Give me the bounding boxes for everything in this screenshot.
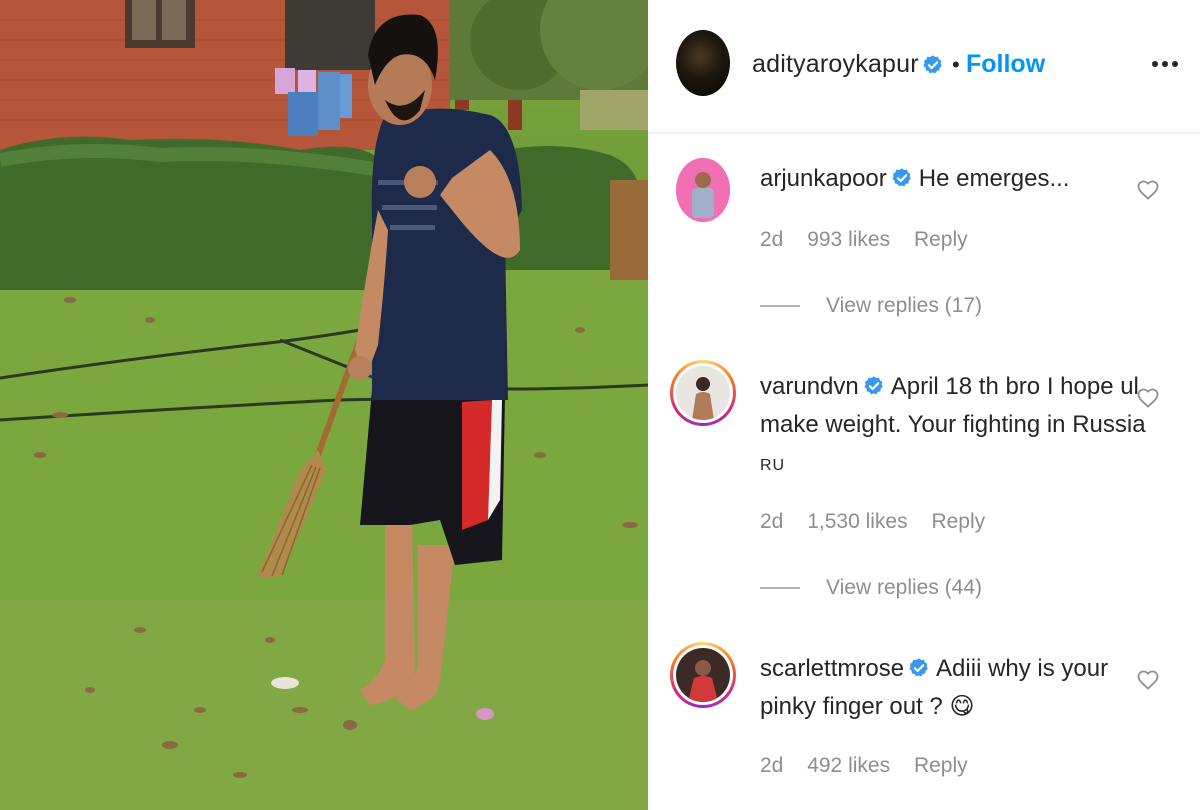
flag-ru-icon: RU [760, 457, 786, 474]
reply-button[interactable]: Reply [914, 754, 968, 777]
heart-outline-icon[interactable] [1136, 668, 1160, 692]
comment-meta: 2d 1,530 likes Reply [760, 510, 1003, 534]
heart-outline-icon[interactable] [1136, 178, 1160, 202]
verified-badge-icon [923, 55, 942, 74]
divider-line [760, 305, 800, 308]
comment-body: scarlettmrose Adiii why is your pinky fin… [760, 650, 1160, 726]
verified-badge-icon [864, 376, 883, 395]
avatar-image [676, 158, 730, 222]
author-username[interactable]: adityaroykapur [752, 50, 919, 79]
comment-time: 2d [760, 510, 784, 533]
comment-username[interactable]: arjunkapoor [760, 165, 887, 192]
view-replies-label: View replies (44) [826, 576, 983, 599]
view-replies-label: View replies (17) [826, 294, 983, 317]
post-photo-illustration [0, 0, 648, 810]
comment-likes[interactable]: 1,530 likes [807, 510, 907, 533]
commenter-avatar [676, 648, 730, 702]
view-replies-button[interactable]: View replies (44) [760, 576, 982, 600]
comment-meta: 2d 993 likes Reply [760, 228, 986, 252]
reply-button[interactable]: Reply [931, 510, 985, 533]
author-avatar[interactable] [676, 30, 730, 96]
comment-meta: 2d 492 likes Reply [760, 754, 986, 778]
comments-panel: adityaroykapur • Follow arjunkapoor He em… [648, 0, 1200, 810]
commenter-avatar [676, 366, 730, 420]
comment-username[interactable]: varundvn [760, 373, 859, 400]
post-header: adityaroykapur • Follow [648, 0, 1200, 134]
comment-likes[interactable]: 492 likes [807, 754, 890, 777]
follow-button[interactable]: Follow [966, 50, 1045, 79]
yum-emoji-icon: 😋 [949, 693, 975, 720]
post-photo[interactable] [0, 0, 648, 810]
story-ring[interactable] [670, 360, 736, 426]
comment-item: scarlettmrose Adiii why is your pinky fin… [648, 642, 1200, 802]
comment-likes[interactable]: 993 likes [807, 228, 890, 251]
separator-dot: • [952, 52, 960, 77]
comment-item: varundvn April 18 th bro I hope ul make w… [648, 360, 1200, 620]
comment-time: 2d [760, 228, 784, 251]
comment-item: arjunkapoor He emerges... 2d 993 likes Re… [648, 158, 1200, 328]
commenter-avatar[interactable] [676, 158, 730, 222]
comment-username[interactable]: scarlettmrose [760, 655, 904, 682]
comment-time: 2d [760, 754, 784, 777]
story-ring[interactable] [670, 642, 736, 708]
verified-badge-icon [892, 168, 911, 187]
comment-text: He emerges... [918, 165, 1070, 192]
view-replies-button[interactable]: View replies (17) [760, 294, 982, 318]
comment-body: varundvn April 18 th bro I hope ul make w… [760, 368, 1160, 485]
avatar-image [676, 366, 730, 420]
reply-button[interactable]: Reply [914, 228, 968, 251]
verified-badge-icon [909, 658, 928, 677]
divider-line [760, 587, 800, 590]
avatar-image [676, 648, 730, 702]
comment-body: arjunkapoor He emerges... [760, 160, 1160, 198]
more-options-icon[interactable] [1150, 52, 1180, 76]
heart-outline-icon[interactable] [1136, 386, 1160, 410]
